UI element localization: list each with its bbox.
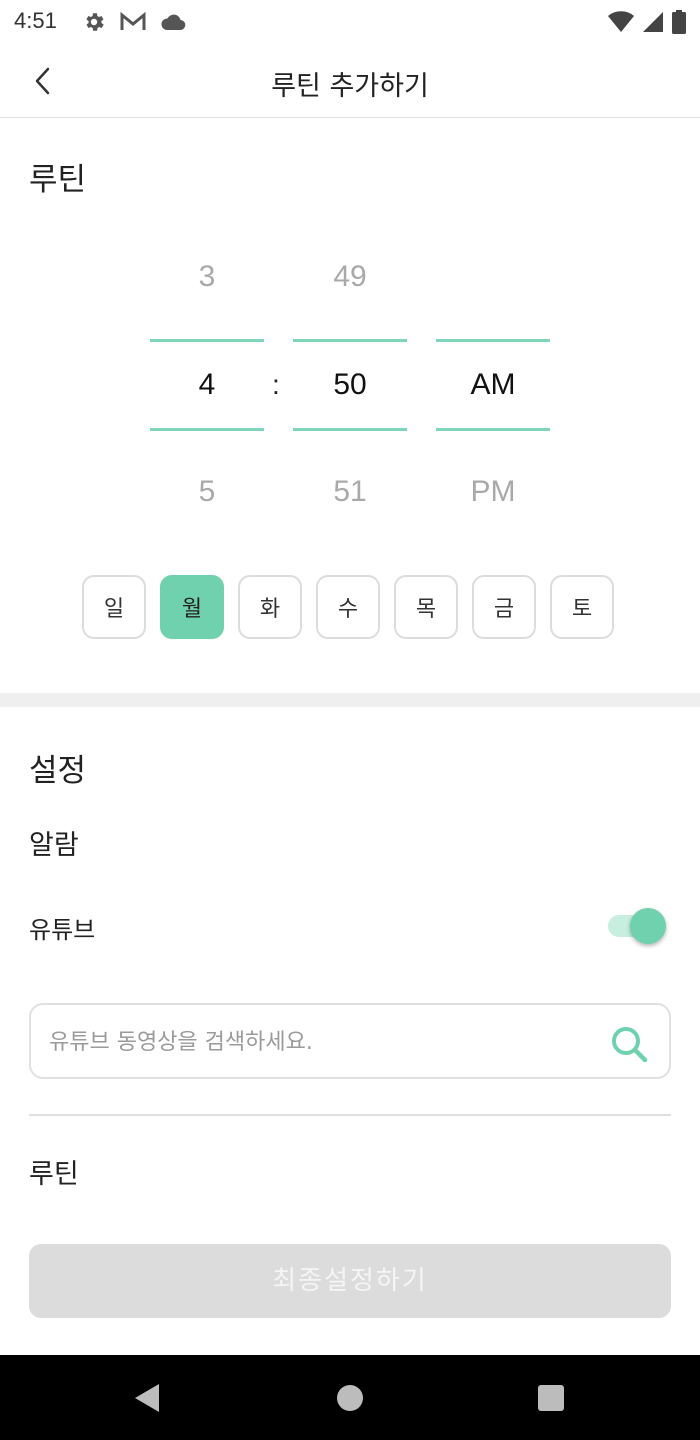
toggle-thumb <box>630 908 666 944</box>
system-nav-bar <box>0 1355 700 1440</box>
hour-prev[interactable]: 3 <box>150 260 264 300</box>
wifi-icon <box>608 11 634 32</box>
youtube-search-box <box>29 1003 671 1079</box>
final-setting-button[interactable]: 최종설정하기 <box>29 1244 671 1318</box>
nav-back-icon[interactable] <box>133 1383 161 1413</box>
search-icon <box>612 1027 648 1063</box>
day-monday[interactable]: 월 <box>160 575 224 639</box>
minute-selection-top-line <box>293 339 407 342</box>
minute-prev[interactable]: 49 <box>293 260 407 294</box>
minute-next[interactable]: 51 <box>293 475 407 509</box>
routine-section-title: 루틴 <box>29 162 87 198</box>
youtube-toggle[interactable] <box>608 906 668 946</box>
period-selected[interactable]: AM <box>436 368 550 402</box>
page-title: 루틴 추가하기 <box>271 71 429 102</box>
youtube-search-input[interactable] <box>49 1023 589 1061</box>
status-icons-right <box>608 10 686 34</box>
status-icons-left <box>82 10 186 34</box>
minute-selected[interactable]: 50 <box>293 368 407 402</box>
nav-recent-apps-icon[interactable] <box>538 1385 564 1411</box>
status-time: 4:51 <box>14 8 57 33</box>
day-selector: 일 월 화 수 목 금 토 <box>82 575 614 639</box>
hour-picker[interactable]: 3 <box>150 260 264 300</box>
app-bar: 루틴 추가하기 <box>0 44 700 118</box>
gear-icon <box>86 13 104 31</box>
status-bar: 4:51 <box>0 0 700 44</box>
hour-next[interactable]: 5 <box>150 475 264 509</box>
day-friday[interactable]: 금 <box>472 575 536 639</box>
period-next[interactable]: PM <box>436 475 550 509</box>
day-saturday[interactable]: 토 <box>550 575 614 639</box>
hour-selected[interactable]: 4 <box>150 368 264 402</box>
nav-home-icon[interactable] <box>337 1385 363 1411</box>
settings-section-title: 설정 <box>29 753 87 789</box>
gmail-icon <box>120 12 146 30</box>
alarm-label: 알람 <box>29 830 79 861</box>
minute-selection-bottom-line <box>293 428 407 431</box>
period-selection-top-line <box>436 339 550 342</box>
time-colon: : <box>272 369 280 400</box>
day-sunday[interactable]: 일 <box>82 575 146 639</box>
day-thursday[interactable]: 목 <box>394 575 458 639</box>
hour-selection-top-line <box>150 339 264 342</box>
section-divider <box>0 693 700 707</box>
cloud-icon <box>161 14 186 31</box>
youtube-label: 유튜브 <box>29 916 96 944</box>
routine-label: 루틴 <box>29 1159 79 1190</box>
cell-signal-icon <box>643 12 663 32</box>
period-selection-bottom-line <box>436 428 550 431</box>
hour-selection-bottom-line <box>150 428 264 431</box>
battery-icon <box>672 10 686 34</box>
divider <box>29 1114 671 1116</box>
day-tuesday[interactable]: 화 <box>238 575 302 639</box>
search-button[interactable] <box>609 1024 649 1064</box>
day-wednesday[interactable]: 수 <box>316 575 380 639</box>
